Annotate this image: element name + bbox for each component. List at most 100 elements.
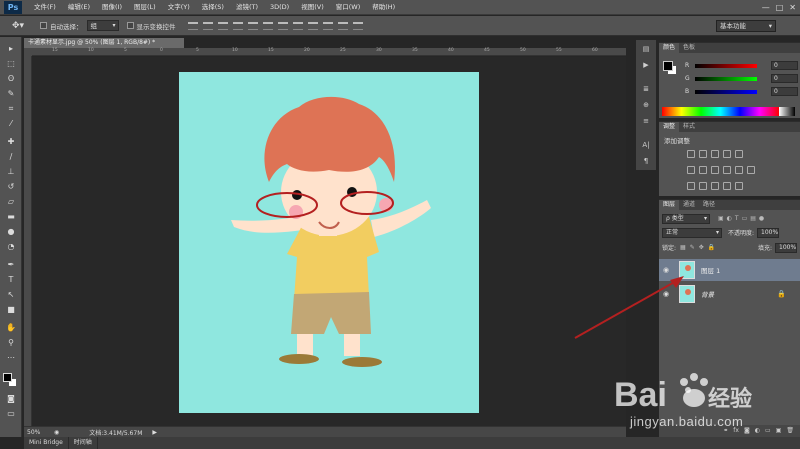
clone-source-panel-icon[interactable]: ⊕ bbox=[640, 100, 652, 110]
zoom-level[interactable]: 50% bbox=[24, 429, 54, 436]
brightness-icon[interactable] bbox=[687, 150, 695, 158]
quick-select-tool-icon[interactable]: ✎ bbox=[3, 88, 19, 100]
path-select-tool-icon[interactable]: ↖ bbox=[3, 289, 19, 301]
hand-tool-icon[interactable]: ✋ bbox=[3, 322, 19, 334]
status-info-icon[interactable]: ◉ bbox=[54, 429, 59, 436]
maximize-button[interactable]: □ bbox=[776, 0, 784, 15]
selective-color-icon[interactable] bbox=[723, 182, 731, 190]
quick-mask-icon[interactable]: ◙ bbox=[3, 393, 19, 405]
color-lookup-icon[interactable] bbox=[747, 166, 755, 174]
tab-channels[interactable]: 通道 bbox=[679, 200, 699, 210]
threshold-icon[interactable] bbox=[711, 182, 719, 190]
align-vcenter-icon[interactable] bbox=[202, 21, 213, 30]
adjustment-layer-icon[interactable]: ◐ bbox=[755, 425, 760, 437]
align-top-icon[interactable] bbox=[187, 21, 198, 30]
gradient-tool-icon[interactable]: ▬ bbox=[3, 211, 19, 223]
layer-row-layer1[interactable]: ◉ 图层 1 bbox=[659, 259, 800, 281]
black-white-icon[interactable] bbox=[711, 166, 719, 174]
color-spectrum[interactable] bbox=[662, 107, 779, 116]
foreground-color-swatch[interactable] bbox=[3, 373, 12, 382]
tab-layers[interactable]: 图层 bbox=[659, 200, 680, 210]
hue-saturation-icon[interactable] bbox=[687, 166, 695, 174]
gradient-map-icon[interactable] bbox=[735, 182, 743, 190]
vertical-ruler[interactable] bbox=[24, 56, 32, 426]
status-menu-icon[interactable]: ▶ bbox=[152, 429, 157, 436]
more-tools-icon[interactable]: ⋯ bbox=[3, 352, 19, 364]
character-panel-icon[interactable]: A| bbox=[640, 140, 652, 150]
distribute-right-icon[interactable] bbox=[352, 21, 363, 30]
history-panel-icon[interactable]: ▤ bbox=[640, 44, 652, 54]
distribute-left-icon[interactable] bbox=[322, 21, 333, 30]
align-left-icon[interactable] bbox=[232, 21, 243, 30]
brush-panel-icon[interactable]: ≣ bbox=[640, 84, 652, 94]
posterize-icon[interactable] bbox=[699, 182, 707, 190]
eye-icon[interactable]: ◉ bbox=[663, 290, 675, 298]
type-tool-icon[interactable]: T bbox=[3, 274, 19, 286]
menu-view[interactable]: 视图(V) bbox=[295, 0, 330, 15]
zoom-tool-icon[interactable]: ⚲ bbox=[3, 337, 19, 349]
document-canvas[interactable] bbox=[179, 72, 479, 413]
red-slider[interactable]: R 0 bbox=[685, 61, 798, 71]
distribute-hcenter-icon[interactable] bbox=[337, 21, 348, 30]
align-hcenter-icon[interactable] bbox=[247, 21, 258, 30]
ruler-origin[interactable] bbox=[24, 48, 32, 56]
shape-tool-icon[interactable]: ■ bbox=[3, 304, 19, 316]
green-track[interactable] bbox=[695, 77, 757, 81]
curves-icon[interactable] bbox=[711, 150, 719, 158]
distribute-bottom-icon[interactable] bbox=[307, 21, 318, 30]
menu-layer[interactable]: 图层(L) bbox=[128, 0, 162, 15]
actions-panel-icon[interactable]: ▶ bbox=[640, 60, 652, 70]
blue-slider[interactable]: B 0 bbox=[685, 87, 798, 97]
eye-icon[interactable]: ◉ bbox=[663, 266, 675, 274]
menu-window[interactable]: 窗口(W) bbox=[330, 0, 367, 15]
invert-icon[interactable] bbox=[687, 182, 695, 190]
blue-value[interactable]: 0 bbox=[771, 87, 798, 96]
tab-paths[interactable]: 路径 bbox=[699, 200, 719, 210]
delete-layer-icon[interactable]: 🗑 bbox=[786, 425, 794, 437]
green-slider[interactable]: G 0 bbox=[685, 74, 798, 84]
blur-tool-icon[interactable]: ● bbox=[3, 226, 19, 238]
menu-filter[interactable]: 滤镜(T) bbox=[230, 0, 264, 15]
layer-filter-dropdown[interactable]: ρ 类型 ▾ bbox=[662, 213, 710, 224]
lasso-tool-icon[interactable]: ʘ bbox=[3, 73, 19, 85]
screen-mode-icon[interactable]: ▭ bbox=[3, 408, 19, 420]
tab-timeline[interactable]: 时间轴 bbox=[69, 437, 98, 449]
menu-type[interactable]: 文字(Y) bbox=[162, 0, 196, 15]
distribute-vcenter-icon[interactable] bbox=[292, 21, 303, 30]
new-group-icon[interactable]: ▭ bbox=[765, 425, 771, 437]
healing-brush-tool-icon[interactable]: ✚ bbox=[3, 136, 19, 148]
tab-adjustments[interactable]: 调整 bbox=[659, 122, 680, 132]
opacity-field[interactable]: 100% bbox=[757, 227, 780, 238]
minimize-button[interactable]: — bbox=[762, 0, 770, 15]
history-brush-tool-icon[interactable]: ↺ bbox=[3, 181, 19, 193]
vibrance-icon[interactable] bbox=[735, 150, 743, 158]
grayscale-ramp[interactable] bbox=[779, 107, 795, 116]
clone-stamp-tool-icon[interactable]: ⊥ bbox=[3, 166, 19, 178]
move-tool-icon[interactable]: ▸ bbox=[3, 43, 19, 55]
red-track[interactable] bbox=[695, 64, 757, 68]
distribute-top-icon[interactable] bbox=[277, 21, 288, 30]
eyedropper-tool-icon[interactable]: ⁄ bbox=[3, 118, 19, 130]
menu-select[interactable]: 选择(S) bbox=[196, 0, 230, 15]
workspace-dropdown[interactable]: 基本功能 ▾ bbox=[716, 20, 776, 32]
lock-icons[interactable]: ▦✎✥🔒 bbox=[680, 244, 719, 251]
layer-filter-icons[interactable]: ▣◐T▭▤● bbox=[718, 215, 767, 222]
menu-3d[interactable]: 3D(D) bbox=[264, 0, 295, 15]
levels-icon[interactable] bbox=[699, 150, 707, 158]
menu-edit[interactable]: 编辑(E) bbox=[62, 0, 96, 15]
crop-tool-icon[interactable]: ⌗ bbox=[3, 103, 19, 115]
exposure-icon[interactable] bbox=[723, 150, 731, 158]
green-value[interactable]: 0 bbox=[771, 74, 798, 83]
tab-swatches[interactable]: 色板 bbox=[679, 43, 699, 53]
color-balance-icon[interactable] bbox=[699, 166, 707, 174]
move-tool-preset-icon[interactable]: ✥▾ bbox=[4, 18, 32, 34]
align-right-icon[interactable] bbox=[262, 21, 273, 30]
channel-mixer-icon[interactable] bbox=[735, 166, 743, 174]
canvas-area[interactable] bbox=[32, 57, 626, 426]
pen-tool-icon[interactable]: ✒ bbox=[3, 259, 19, 271]
properties-panel-icon[interactable]: ≡ bbox=[640, 116, 652, 126]
foreground-swatch[interactable] bbox=[663, 61, 673, 71]
close-button[interactable]: ✕ bbox=[789, 0, 796, 15]
layer-row-background[interactable]: ◉ 背景 🔒 bbox=[659, 283, 800, 305]
new-layer-icon[interactable]: ▣ bbox=[776, 425, 782, 437]
